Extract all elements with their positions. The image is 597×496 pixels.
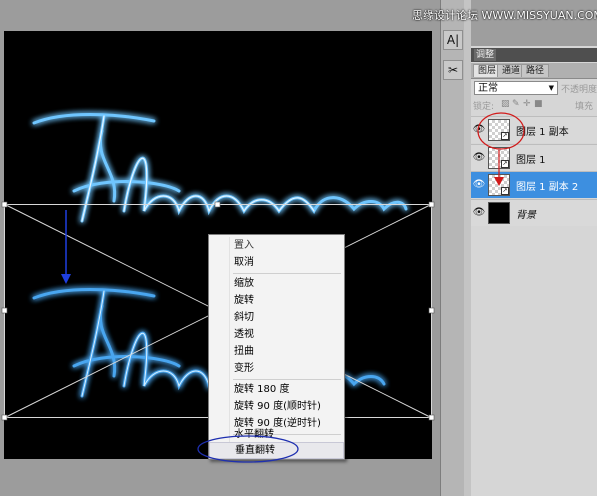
layer-row[interactable]: 👁 ↗ 图层 1 副本 [471, 116, 597, 143]
smart-object-icon: ↗ [501, 160, 509, 168]
menu-item-warp[interactable]: 变形 [209, 360, 344, 377]
blend-mode-value: 正常 [478, 83, 498, 94]
layers-panel: 调整 图层 通道 路径 正常 ▼ 不透明度 锁定: ▨ ✎ ✛ ■ 填充 👁 ↗… [471, 0, 597, 496]
menu-item-cancel[interactable]: 取消 [209, 254, 344, 271]
transform-context-menu: 置入 取消 缩放 旋转 斜切 透视 扭曲 变形 旋转 180 度 旋转 90 度… [208, 234, 345, 460]
eye-icon[interactable]: 👁 [472, 177, 486, 192]
watermark: 思缘设计论坛 WWW.MISSYUAN.COM [412, 9, 597, 22]
tool-strip: A| ✂ [440, 0, 466, 496]
tool-presets-button[interactable]: ✂ [443, 60, 463, 80]
menu-item-rotate-90-cw[interactable]: 旋转 90 度(顺时针) [209, 398, 344, 415]
chevron-down-icon: ▼ [548, 84, 554, 92]
menu-item-perspective[interactable]: 透视 [209, 326, 344, 343]
lock-paint-icon[interactable]: ✎ [512, 99, 520, 109]
scissors-icon: ✂ [447, 63, 459, 77]
layer-row[interactable]: 👁 ↗ 图层 1 [471, 144, 597, 171]
eye-icon[interactable]: 👁 [472, 122, 486, 137]
layer-row-selected[interactable]: 👁 ↗ 图层 1 副本 2 [471, 171, 597, 198]
lock-label: 锁定: [473, 102, 495, 112]
layer-thumbnail: ↗ [488, 147, 510, 169]
menu-separator [233, 273, 341, 274]
layer-row[interactable]: 👁 背景 [471, 199, 597, 226]
menu-separator [233, 379, 341, 380]
menu-item-scale[interactable]: 缩放 [209, 275, 344, 292]
layer-thumbnail: ↗ [488, 174, 510, 196]
blend-mode-select[interactable]: 正常 ▼ [474, 81, 558, 95]
layer-thumbnail: ↗ [488, 119, 510, 141]
tab-paths[interactable]: 路径 [521, 64, 550, 77]
layer-name: 图层 1 [516, 155, 546, 166]
adjustments-panel-bar: 调整 [471, 48, 597, 62]
layer-name: 图层 1 副本 [516, 127, 569, 138]
neon-text-original [32, 113, 408, 223]
eye-icon[interactable]: 👁 [472, 150, 486, 165]
fill-label: 填充 [575, 102, 594, 112]
lock-all-icon[interactable]: ■ [534, 99, 543, 109]
menu-item-distort[interactable]: 扭曲 [209, 343, 344, 360]
layers-tab-row: 图层 通道 路径 [471, 63, 597, 79]
menu-item-flip-vertical[interactable]: 垂直翻转 [209, 442, 344, 459]
opacity-label: 不透明度 [561, 85, 597, 95]
tab-adjustments[interactable]: 调整 [474, 49, 497, 61]
layer-thumbnail [488, 202, 510, 224]
lock-move-icon[interactable]: ✛ [523, 99, 531, 109]
smart-object-icon: ↗ [501, 132, 509, 140]
layer-name: 背景 [516, 210, 536, 221]
eye-icon[interactable]: 👁 [472, 205, 486, 220]
text-tool-icon: A| [446, 33, 460, 47]
menu-item-flip-horizontal[interactable]: 水平翻转 [209, 426, 344, 443]
menu-item-rotate-180[interactable]: 旋转 180 度 [209, 381, 344, 398]
smart-object-icon: ↗ [501, 187, 509, 195]
lock-row: 锁定: ▨ ✎ ✛ ■ 填充 [471, 98, 597, 112]
menu-item-rotate[interactable]: 旋转 [209, 292, 344, 309]
character-panel-button[interactable]: A| [443, 30, 463, 50]
lock-transparent-icon[interactable]: ▨ [501, 99, 510, 109]
layer-name: 图层 1 副本 2 [516, 182, 579, 193]
menu-item-place[interactable]: 置入 [209, 237, 344, 254]
menu-item-skew[interactable]: 斜切 [209, 309, 344, 326]
